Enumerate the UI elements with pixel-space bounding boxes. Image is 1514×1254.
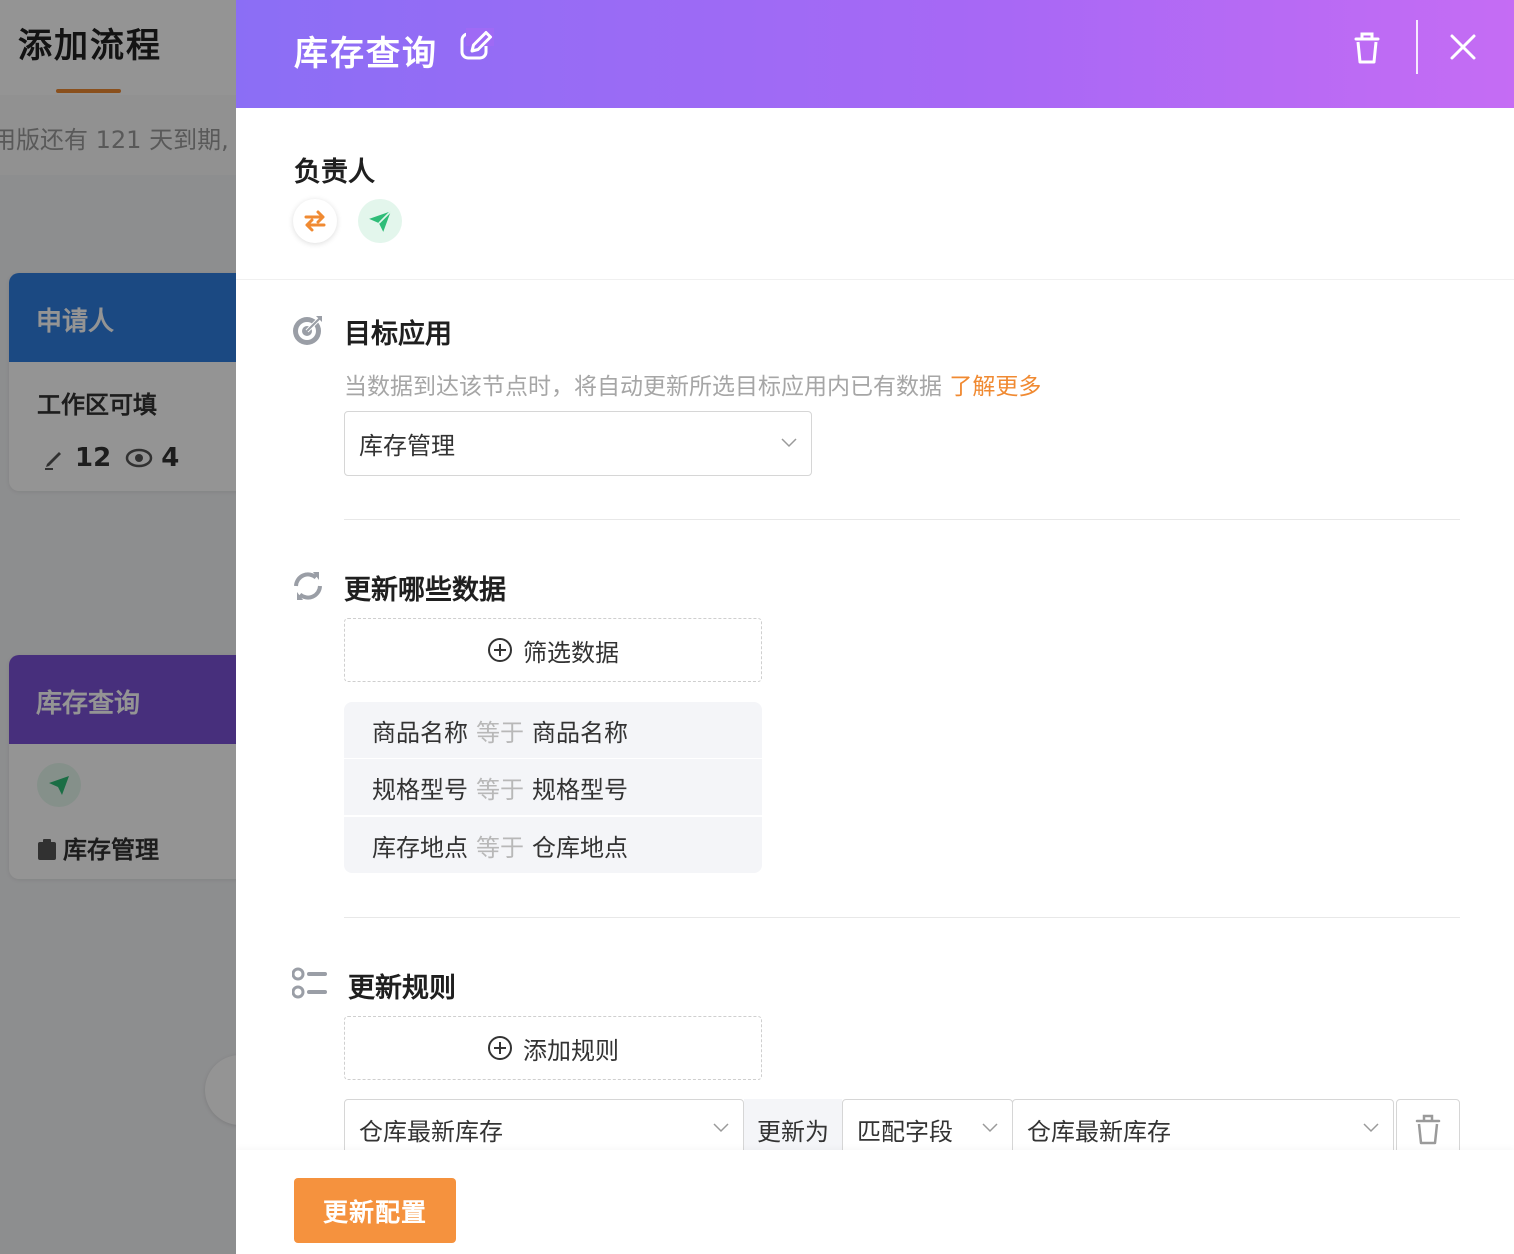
header-divider xyxy=(1416,20,1418,74)
add-rule-label: 添加规则 xyxy=(523,1036,619,1065)
which-data-label: 更新哪些数据 xyxy=(344,575,506,606)
condition-value: 规格型号 xyxy=(532,775,628,804)
chevron-down-icon xyxy=(982,1123,998,1133)
filter-data-label: 筛选数据 xyxy=(523,638,619,667)
target-app-label: 目标应用 xyxy=(344,319,452,350)
chevron-down-icon xyxy=(781,437,797,447)
rule-source-field-value: 仓库最新库存 xyxy=(1027,1117,1171,1146)
condition-field: 库存地点 xyxy=(372,833,468,862)
section-divider xyxy=(344,519,1460,520)
filter-data-button[interactable]: 筛选数据 xyxy=(344,618,762,682)
plus-circle-icon xyxy=(488,638,512,662)
node-config-drawer: 库存查询 负责人 目标应用 当数据到达该节点时，将自动更新所选目标应用内已有数据… xyxy=(236,0,1514,1254)
condition-field: 商品名称 xyxy=(372,718,468,747)
filter-condition-row[interactable]: 规格型号 等于 规格型号 xyxy=(344,759,762,815)
trash-icon xyxy=(1415,1114,1441,1145)
drawer-header: 库存查询 xyxy=(236,0,1514,108)
section-divider xyxy=(344,917,1460,918)
drawer-footer: 更新配置 xyxy=(236,1150,1514,1254)
rules-label: 更新规则 xyxy=(348,973,456,1004)
chevron-down-icon xyxy=(1363,1123,1379,1133)
target-app-select[interactable]: 库存管理 xyxy=(344,411,812,476)
condition-field: 规格型号 xyxy=(372,775,468,804)
condition-operator: 等于 xyxy=(476,833,524,862)
plus-circle-icon xyxy=(488,1036,512,1060)
target-app-select-value: 库存管理 xyxy=(359,432,455,460)
refresh-icon xyxy=(294,572,322,600)
rule-target-field-value: 仓库最新库存 xyxy=(359,1117,503,1146)
chevron-down-icon xyxy=(713,1123,729,1133)
update-config-button[interactable]: 更新配置 xyxy=(294,1178,456,1243)
section-divider xyxy=(236,279,1514,280)
target-icon xyxy=(293,316,322,345)
filter-condition-row[interactable]: 商品名称 等于 商品名称 xyxy=(344,702,762,758)
target-app-description: 当数据到达该节点时，将自动更新所选目标应用内已有数据 了解更多 xyxy=(344,367,1041,401)
filter-condition-row[interactable]: 库存地点 等于 仓库地点 xyxy=(344,817,762,873)
target-app-description-text: 当数据到达该节点时，将自动更新所选目标应用内已有数据 xyxy=(344,374,942,400)
condition-operator: 等于 xyxy=(476,718,524,747)
close-icon[interactable] xyxy=(1446,30,1480,64)
owner-label: 负责人 xyxy=(294,157,375,188)
trash-icon[interactable] xyxy=(1350,28,1384,66)
condition-value: 仓库地点 xyxy=(532,833,628,862)
send-icon[interactable] xyxy=(358,199,402,243)
condition-operator: 等于 xyxy=(476,775,524,804)
condition-value: 商品名称 xyxy=(532,718,628,747)
rules-list-icon xyxy=(292,967,327,999)
edit-icon[interactable] xyxy=(458,28,494,64)
rule-mode-value: 匹配字段 xyxy=(857,1117,953,1146)
drawer-title: 库存查询 xyxy=(294,34,438,74)
swap-icon[interactable] xyxy=(293,199,337,243)
add-rule-button[interactable]: 添加规则 xyxy=(344,1016,762,1080)
learn-more-link[interactable]: 了解更多 xyxy=(949,374,1041,400)
